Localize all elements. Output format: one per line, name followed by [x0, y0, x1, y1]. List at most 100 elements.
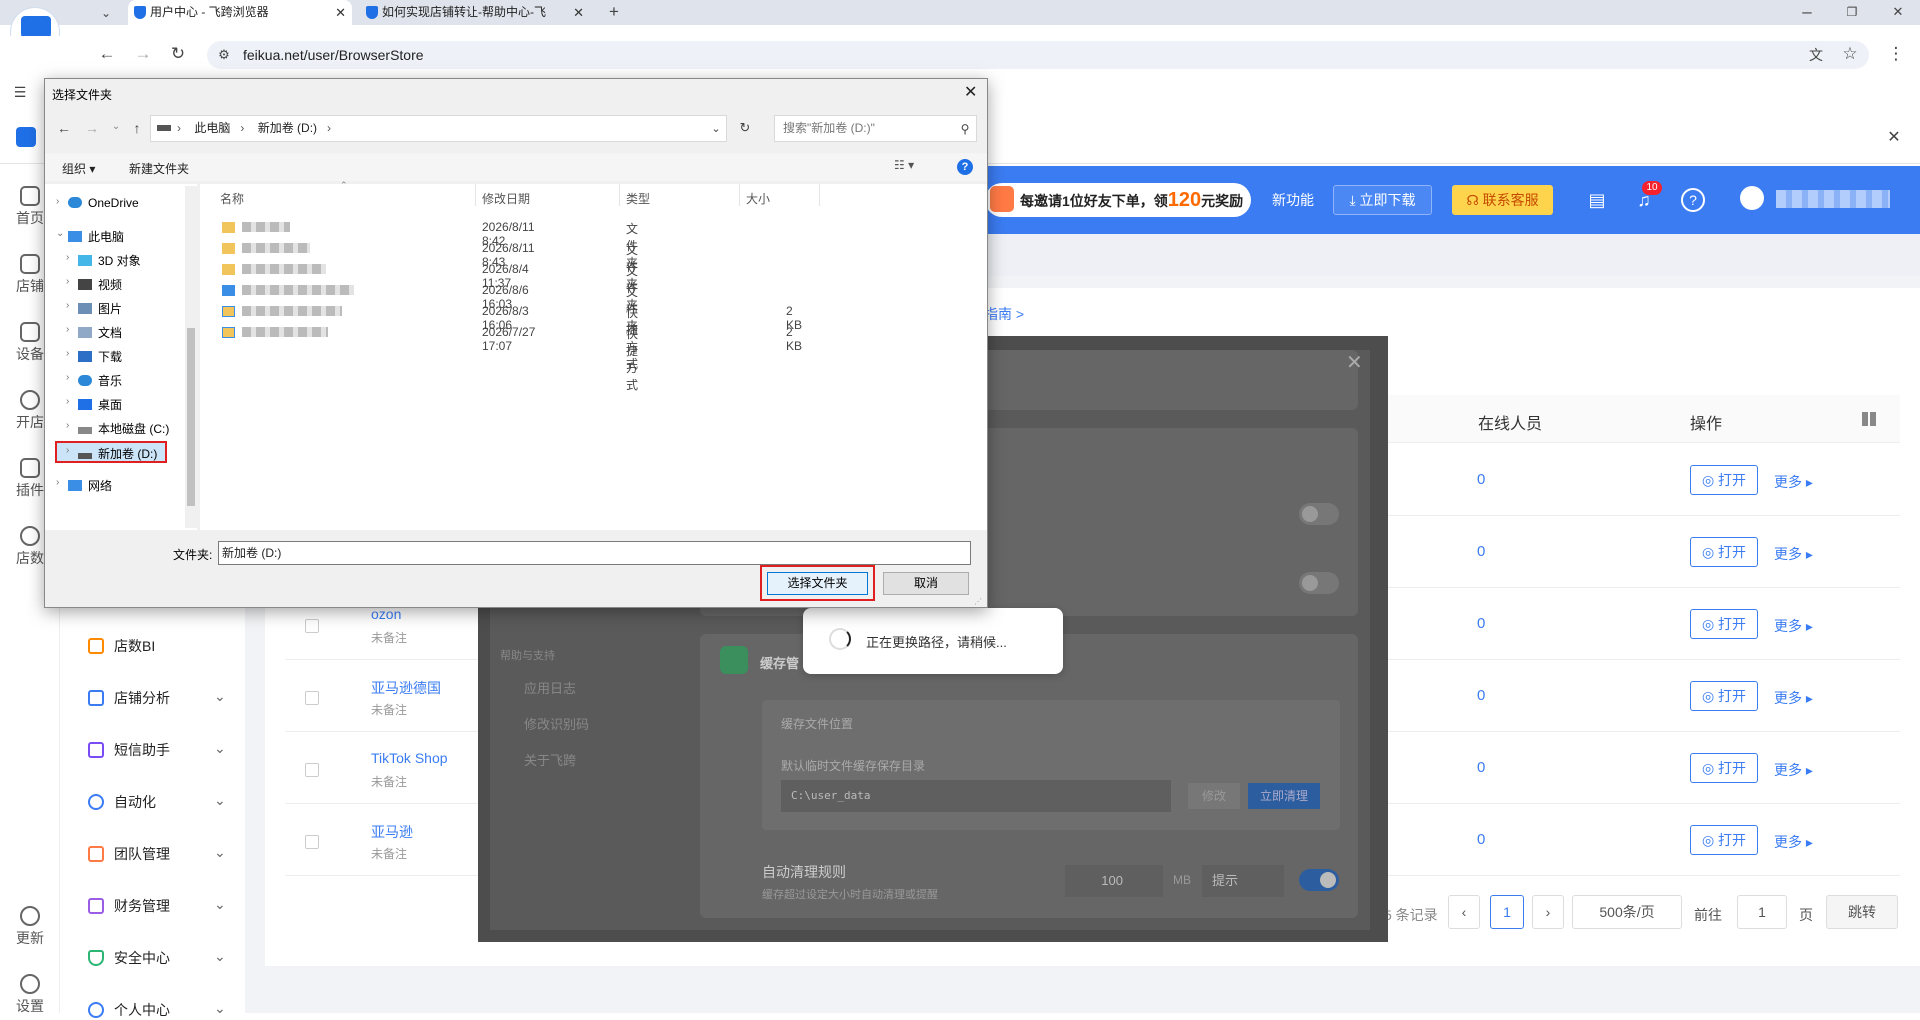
page-number[interactable]: 1 [1490, 895, 1524, 929]
tree-item-documents[interactable]: › 文档 [66, 324, 122, 341]
open-button[interactable]: ◎ 打开 [1690, 825, 1758, 855]
jump-button[interactable]: 跳转 [1826, 895, 1898, 929]
invite-promo-banner[interactable]: 每邀请1位好友下单，领120元奖励 [985, 183, 1251, 217]
menu-item-automation[interactable]: 自动化 ⌄ [88, 792, 226, 812]
address-dropdown-icon[interactable]: ⌄ [704, 119, 728, 139]
help-icon[interactable]: ? [957, 159, 973, 175]
settings-side-about[interactable]: 关于飞跨 [524, 750, 576, 769]
open-button[interactable]: ◎ 打开 [1690, 465, 1758, 495]
close-tab-icon[interactable]: ✕ [335, 0, 346, 25]
close-page-icon[interactable]: ✕ [1882, 128, 1906, 148]
tree-item-onedrive[interactable]: › OneDrive [56, 196, 139, 210]
menu-item-finance[interactable]: 财务管理 ⌄ [88, 896, 226, 916]
scrollbar-thumb[interactable] [187, 328, 195, 506]
goto-page-input[interactable]: 1 [1737, 895, 1787, 929]
contact-service-button[interactable]: ☊ 联系客服 [1452, 185, 1553, 215]
open-button[interactable]: ◎ 打开 [1690, 753, 1758, 783]
cache-path-field[interactable]: C:\user_data [781, 780, 1171, 812]
tree-scrollbar[interactable] [185, 186, 197, 528]
more-menu[interactable]: 更多 ▸ [1774, 832, 1813, 852]
notes-icon[interactable]: ▤ [1585, 188, 1609, 212]
close-tab-icon[interactable]: ✕ [573, 0, 584, 25]
size-input[interactable]: 100 [1065, 865, 1163, 897]
dialog-search-input[interactable]: 搜索"新加卷 (D:)" [774, 115, 977, 142]
close-icon[interactable]: ✕ [964, 82, 977, 102]
settings-close-icon[interactable]: ✕ [1346, 350, 1363, 375]
store-name[interactable]: 亚马逊德国 [371, 678, 441, 698]
settings-side-help[interactable]: 帮助与支持 [500, 647, 555, 663]
row-checkbox[interactable] [305, 763, 319, 777]
tab-help-center[interactable]: 如何实现店铺转让-帮助中心-飞 ✕ [360, 0, 590, 25]
tree-item-desktop[interactable]: › 桌面 [66, 396, 122, 413]
new-feature-link[interactable]: 新功能 [1272, 190, 1314, 210]
breadcrumb-this-pc[interactable]: 此电脑 [194, 121, 230, 135]
back-icon[interactable]: ← [52, 118, 76, 138]
prev-page-button[interactable]: ‹ [1448, 895, 1480, 929]
setting-toggle[interactable] [1299, 572, 1339, 594]
column-settings-icon[interactable] [1862, 412, 1876, 426]
more-menu[interactable]: 更多 ▸ [1774, 544, 1813, 564]
dialog-address-bar[interactable]: › 此电脑 › 新加卷 (D:) › [150, 115, 727, 142]
tree-item-this-pc[interactable]: ⌄ 此电脑 [56, 228, 124, 245]
new-folder-button[interactable]: 新建文件夹 [129, 160, 189, 177]
column-size[interactable]: 大小 [746, 190, 770, 207]
back-icon[interactable]: ← [95, 44, 119, 64]
tab-list-button[interactable]: ⌄ [94, 3, 118, 23]
column-date[interactable]: 修改日期 [482, 190, 530, 207]
new-tab-button[interactable]: + [602, 2, 626, 22]
store-name[interactable]: TikTok Shop [371, 750, 448, 766]
tab-user-center[interactable]: 用户中心 - 飞跨浏览器 ✕ [128, 0, 352, 25]
forward-icon[interactable]: → [131, 44, 155, 64]
forward-icon[interactable]: → [80, 118, 104, 138]
organize-menu[interactable]: 组织 ▾ [62, 160, 95, 177]
url-field[interactable]: feikua.net/user/BrowserStore [207, 41, 1869, 69]
menu-item-security[interactable]: 安全中心 ⌄ [88, 948, 226, 968]
more-menu[interactable]: 更多 ▸ [1774, 616, 1813, 636]
more-menu[interactable]: 更多 ▸ [1774, 688, 1813, 708]
row-checkbox[interactable] [305, 691, 319, 705]
tree-item-music[interactable]: › 音乐 [66, 372, 122, 389]
cancel-button[interactable]: 取消 [883, 572, 969, 595]
menu-item-bi[interactable]: 店数BI [88, 636, 155, 656]
minimize-button[interactable]: – [1795, 2, 1819, 22]
browser-menu-icon[interactable]: ⋮ [1884, 44, 1908, 64]
store-name[interactable]: ozon [371, 606, 401, 622]
tree-item-3d-objects[interactable]: › 3D 对象 [66, 252, 141, 269]
more-menu[interactable]: 更多 ▸ [1774, 472, 1813, 492]
tree-item-network[interactable]: › 网络 [56, 477, 112, 494]
page-size-select[interactable]: 500条/页 [1572, 895, 1682, 929]
menu-item-shop-analysis[interactable]: 店铺分析 ⌄ [88, 688, 226, 708]
bookmark-star-icon[interactable]: ☆ [1838, 44, 1862, 64]
close-window-button[interactable]: ✕ [1886, 2, 1910, 22]
download-button[interactable]: ⤓ 立即下载 [1333, 185, 1432, 215]
settings-side-logs[interactable]: 应用日志 [524, 678, 576, 697]
tree-item-videos[interactable]: › 视频 [66, 276, 122, 293]
setting-toggle[interactable] [1299, 503, 1339, 525]
select-folder-button[interactable]: 选择文件夹 [767, 572, 868, 595]
more-menu[interactable]: 更多 ▸ [1774, 760, 1813, 780]
resize-grip-icon[interactable]: ⋰ [974, 597, 982, 606]
menu-item-team[interactable]: 团队管理 ⌄ [88, 844, 226, 864]
menu-item-sms[interactable]: 短信助手 ⌄ [88, 740, 226, 760]
side-panel-icon[interactable]: ☰ [8, 82, 32, 102]
guide-link[interactable]: 指南 > [984, 304, 1024, 324]
nav-update[interactable]: 更新 [0, 906, 60, 948]
avatar[interactable] [1740, 186, 1764, 210]
open-button[interactable]: ◎ 打开 [1690, 609, 1758, 639]
up-icon[interactable]: ↑ [125, 118, 149, 138]
clean-now-button[interactable]: 立即清理 [1248, 783, 1320, 809]
tree-item-pictures[interactable]: › 图片 [66, 300, 122, 317]
column-type[interactable]: 类型 [626, 190, 650, 207]
column-name[interactable]: 名称 [220, 190, 244, 207]
mode-select[interactable]: 提示 [1202, 865, 1284, 897]
open-button[interactable]: ◎ 打开 [1690, 681, 1758, 711]
next-page-button[interactable]: › [1532, 895, 1564, 929]
site-info-icon[interactable]: ⚙ [212, 45, 236, 65]
refresh-icon[interactable]: ↻ [733, 118, 757, 138]
translate-icon[interactable]: 文 [1804, 45, 1828, 65]
tree-item-local-disk-c[interactable]: › 本地磁盘 (C:) [66, 420, 169, 437]
breadcrumb-drive-d[interactable]: 新加卷 (D:) [258, 121, 317, 135]
settings-side-code[interactable]: 修改识别码 [524, 714, 589, 733]
folder-input[interactable]: 新加卷 (D:) [218, 541, 971, 565]
restore-button[interactable]: ❐ [1840, 2, 1864, 22]
